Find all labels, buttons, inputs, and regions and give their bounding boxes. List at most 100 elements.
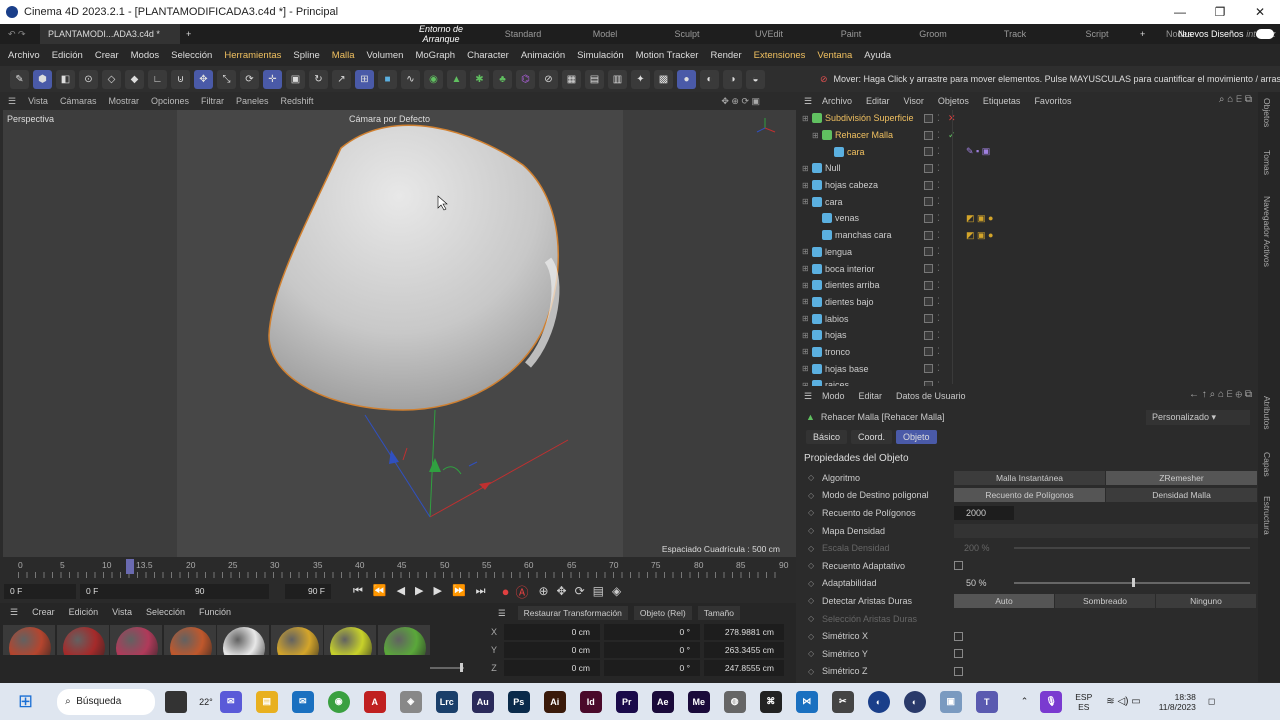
keyframe-diamond-icon[interactable]: ◇	[808, 544, 816, 553]
render-dots-icon[interactable]: ⁚	[937, 263, 940, 274]
viewport-menu-item[interactable]: Cámaras	[60, 96, 97, 106]
toggle-switch[interactable]	[1256, 29, 1274, 39]
render-dots-icon[interactable]: ⁚	[937, 163, 940, 174]
objects-menu-item[interactable]: Objetos	[938, 96, 969, 106]
attr-tab[interactable]: Básico	[806, 430, 848, 444]
adaptability-slider[interactable]	[1014, 578, 1250, 588]
mograph-icon[interactable]: ♣	[493, 69, 512, 89]
sym-y-checkbox[interactable]	[954, 649, 963, 659]
render-dots-icon[interactable]: ⁚	[937, 313, 940, 324]
chat-icon[interactable]: ✉	[219, 690, 242, 713]
preset-dropdown[interactable]: Personalizado ▾	[1146, 409, 1250, 425]
material-menu-item[interactable]: Selección	[146, 607, 185, 617]
generator-icon[interactable]: ◉	[424, 69, 443, 89]
object-row[interactable]: ⊞Rehacer Malla⁚✓	[800, 127, 1258, 144]
menu-crear[interactable]: Crear	[95, 50, 119, 61]
layout-tab[interactable]: Entorno de Arranque	[400, 24, 482, 45]
object-name[interactable]: Null	[825, 163, 841, 173]
render-dots-icon[interactable]: ⁚	[937, 330, 940, 341]
preview-end-field[interactable]: 90 F	[285, 583, 331, 599]
expand-icon[interactable]: ⊞	[802, 364, 812, 373]
recent-tool-icon[interactable]: ↗	[332, 69, 351, 89]
material-swatch[interactable]	[163, 625, 216, 655]
object-name[interactable]: cara	[825, 197, 843, 207]
viewport-menu-item[interactable]: Filtrar	[201, 96, 224, 106]
zoom-slider[interactable]	[430, 667, 464, 669]
coord-menu-icon[interactable]: ☰	[492, 606, 512, 621]
object-name[interactable]: hojas base	[825, 364, 869, 374]
audition-icon[interactable]: Au	[471, 690, 494, 713]
layout-tab[interactable]: Track	[974, 29, 1056, 39]
menu-ventana[interactable]: Ventana	[817, 50, 852, 61]
material-menu-icon[interactable]: ☰	[10, 607, 18, 618]
material-swatch[interactable]	[110, 625, 162, 655]
undo-icon[interactable]: ↶ ↷	[0, 29, 40, 40]
objects-menu-item[interactable]: Editar	[866, 96, 890, 106]
cinema4d-active-icon[interactable]: ◐	[903, 690, 926, 713]
object-search-icons[interactable]: ⌕ ⌂ ⋿ ⧉	[1219, 94, 1252, 105]
objects-menu-item[interactable]: Etiquetas	[983, 96, 1021, 106]
object-name[interactable]: labios	[825, 314, 849, 324]
rotate-tool-icon[interactable]: ↻	[309, 69, 328, 89]
modo_opts-option[interactable]: Densidad Malla	[1106, 488, 1258, 503]
coord-button[interactable]: Restaurar Transformación	[517, 606, 628, 620]
render-dots-icon[interactable]: ⁚	[937, 113, 940, 124]
new-layouts-button[interactable]: Nuevos Diseños	[1178, 29, 1244, 39]
menu-herramientas[interactable]: Herramientas	[224, 50, 281, 61]
keyframe-diamond-icon[interactable]: ◇	[808, 526, 816, 535]
tags-icon[interactable]: ✎ ▪ ▣	[966, 146, 990, 157]
keyframe-diamond-icon[interactable]: ◇	[808, 508, 816, 517]
viewport-nav-icons[interactable]: ✥ ⊕ ⟳ ▣	[721, 96, 760, 107]
material-tags-icon[interactable]: ◩ ▣ ●	[966, 213, 993, 224]
object-name[interactable]: Rehacer Malla	[835, 130, 893, 140]
menu-character[interactable]: Character	[467, 50, 509, 61]
new-tab-icon[interactable]: +	[186, 29, 191, 39]
attrs-menu-item[interactable]: Editar	[859, 391, 883, 401]
object-name[interactable]: hojas cabeza	[825, 180, 878, 190]
object-row[interactable]: ⊞ labios ⁚	[800, 310, 1258, 327]
size-field[interactable]: 278.9881 cm	[704, 624, 784, 640]
side-tab[interactable]: Capas	[1262, 452, 1272, 477]
render-dots-icon[interactable]: ⁚	[937, 296, 940, 307]
menu-malla[interactable]: Malla	[332, 50, 355, 61]
material-swatch[interactable]	[324, 625, 376, 655]
menu-render[interactable]: Render	[710, 50, 741, 61]
object-name[interactable]: Subdivisión Superficie	[825, 113, 914, 123]
app-icon[interactable]: ◈	[399, 690, 422, 713]
expand-icon[interactable]: ⊞	[802, 347, 812, 356]
render-dots-icon[interactable]: ⁚	[937, 130, 940, 141]
maximize-button[interactable]: ❐	[1200, 0, 1240, 24]
menu-motion tracker[interactable]: Motion Tracker	[636, 50, 699, 61]
polygon-count-field[interactable]: 2000	[954, 505, 1014, 520]
capcut-icon[interactable]: ⌘	[759, 690, 782, 713]
det_opts-option[interactable]: Ninguno	[1156, 593, 1257, 608]
material-menu-item[interactable]: Función	[199, 607, 231, 617]
premiere-icon[interactable]: Pr	[615, 690, 638, 713]
object-name[interactable]: tronco	[825, 347, 850, 357]
scene-icon[interactable]: ✦	[631, 69, 650, 89]
add-layout-icon[interactable]: +	[1140, 29, 1145, 39]
clock[interactable]: 18:38 11/8/2023	[1159, 692, 1196, 712]
vscode-icon[interactable]: ⋈	[795, 690, 818, 713]
viewport-menu-item[interactable]: Mostrar	[108, 96, 139, 106]
objects-menu-icon[interactable]: ☰	[804, 96, 812, 107]
mail-icon[interactable]: ✉	[291, 690, 314, 713]
tray-chevron-icon[interactable]: ⌃	[1021, 696, 1029, 707]
visibility-toggle[interactable]	[924, 197, 933, 207]
object-row[interactable]: ⊞ hojas base ⁚	[800, 360, 1258, 377]
object-name[interactable]: boca interior	[825, 264, 875, 274]
spline-icon[interactable]: ∿	[401, 69, 420, 89]
alg_opts-option[interactable]: Malla Instantánea	[954, 470, 1106, 485]
lightroom-icon[interactable]: Lrc	[435, 690, 458, 713]
media-encoder-icon[interactable]: Me	[687, 690, 710, 713]
visibility-toggle[interactable]	[924, 314, 933, 324]
texture-mode-icon[interactable]: ◧	[56, 69, 75, 89]
render-settings-icon[interactable]: ▥	[608, 69, 627, 89]
coord-system-icon[interactable]: ⊞	[355, 69, 374, 89]
coord-button[interactable]: Objeto (Rel)	[633, 606, 692, 620]
viewport-hamburger-icon[interactable]: ☰	[8, 96, 16, 107]
keyframe-diamond-icon[interactable]: ◇	[808, 561, 816, 570]
expand-icon[interactable]: ⊞	[802, 197, 812, 206]
material-swatch[interactable]	[56, 625, 109, 655]
side-tab[interactable]: Navegador Activos	[1262, 196, 1272, 267]
